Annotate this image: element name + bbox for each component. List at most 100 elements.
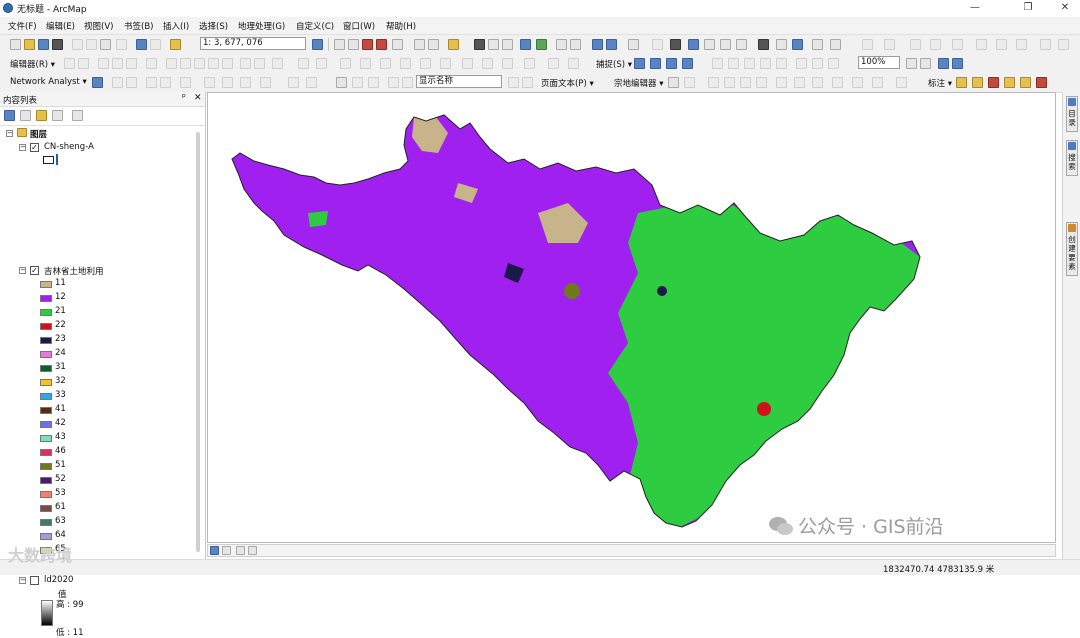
distribute-tool-icon[interactable] [930, 39, 941, 50]
legend-swatch[interactable] [40, 337, 52, 344]
html-popup-icon[interactable] [720, 39, 731, 50]
legend-swatch[interactable] [40, 435, 52, 442]
close-toc-icon[interactable]: ✕ [194, 93, 202, 103]
collapse-ld2020-icon[interactable]: − [19, 577, 26, 584]
link-table-icon[interactable] [482, 58, 493, 69]
cut-polygons-icon[interactable] [194, 58, 205, 69]
solve-icon[interactable] [112, 77, 123, 88]
menu-customize[interactable]: 自定义(C) [296, 20, 334, 32]
spatial-adjust-icon[interactable] [340, 58, 351, 69]
menu-file[interactable]: 文件(F) [8, 20, 37, 32]
cn-sheng-symbol[interactable] [43, 156, 54, 164]
snapping-menu[interactable]: 捕捉(S) ▾ [596, 58, 632, 70]
list-by-source-icon[interactable] [20, 110, 31, 121]
analysis-settings-icon[interactable] [260, 77, 271, 88]
fixed-zoom-out-icon[interactable] [570, 39, 581, 50]
legend-swatch[interactable] [40, 533, 52, 540]
model-builder-icon[interactable] [414, 39, 425, 50]
catalog-window-icon[interactable] [348, 39, 359, 50]
rubber-sheet-icon[interactable] [360, 58, 371, 69]
create-viewer-icon[interactable] [830, 39, 841, 50]
maximize-button[interactable]: ❐ [1013, 0, 1043, 16]
edge-snapping-icon[interactable] [682, 58, 693, 69]
parcel-tool-icon[interactable] [668, 77, 679, 88]
change-layout-icon[interactable] [938, 58, 949, 69]
toc-window-icon[interactable] [334, 39, 345, 50]
menu-help[interactable]: 帮助(H) [386, 20, 416, 32]
find-route-icon[interactable] [776, 39, 787, 50]
forward-extent-icon[interactable] [606, 39, 617, 50]
identify-icon[interactable] [688, 39, 699, 50]
select-elements-icon[interactable] [670, 39, 681, 50]
adjust-icon[interactable] [524, 58, 535, 69]
parcel-construct-icon[interactable] [756, 77, 767, 88]
parcel-merge-icon[interactable] [740, 77, 751, 88]
menu-geoprocessing[interactable]: 地理处理(G) [238, 20, 285, 32]
network-identify-icon[interactable] [222, 77, 233, 88]
collapse-layers-icon[interactable]: − [6, 130, 13, 137]
undo-icon[interactable] [136, 39, 147, 50]
zoom-100-icon[interactable] [760, 58, 771, 69]
create-network-location-icon[interactable] [146, 77, 157, 88]
layer-name-ld2020[interactable]: ld2020 [44, 575, 73, 585]
layout-zoom-out-icon[interactable] [728, 58, 739, 69]
map-display[interactable] [207, 92, 1056, 543]
cogo-icon[interactable] [548, 58, 559, 69]
graphics-tool-icon[interactable] [884, 39, 895, 50]
unplaced-labels-icon[interactable] [1036, 77, 1047, 88]
globe-icon[interactable] [536, 39, 547, 50]
legend-swatch[interactable] [40, 379, 52, 386]
stretch-color-ramp[interactable] [41, 600, 53, 626]
legend-swatch[interactable] [40, 309, 52, 316]
python-window-icon[interactable] [392, 39, 403, 50]
end-point-arc-icon[interactable] [112, 58, 123, 69]
legend-swatch[interactable] [40, 323, 52, 330]
multi-displacement-icon[interactable] [420, 58, 431, 69]
trace-icon[interactable] [126, 58, 137, 69]
redo-icon[interactable] [150, 39, 161, 50]
landuse-visibility-checkbox[interactable]: ✓ [30, 266, 39, 275]
menu-view[interactable]: 视图(V) [84, 20, 113, 32]
parcel-joins-icon[interactable] [852, 77, 863, 88]
traverse-icon[interactable] [568, 58, 579, 69]
menu-bookmarks[interactable]: 书签(B) [124, 20, 153, 32]
zoom-in-icon[interactable] [488, 39, 499, 50]
layout-forward-icon[interactable] [828, 58, 839, 69]
cut-icon[interactable] [72, 39, 83, 50]
directions-icon[interactable] [180, 77, 191, 88]
parcel-list-icon[interactable] [872, 77, 883, 88]
hyperlink-icon[interactable] [704, 39, 715, 50]
data-view-icon[interactable] [210, 546, 219, 555]
legend-swatch[interactable] [40, 519, 52, 526]
parcel-clip-icon[interactable] [776, 77, 787, 88]
save-icon[interactable] [38, 39, 49, 50]
layout-view-icon[interactable] [222, 546, 231, 555]
toc-options-icon[interactable] [72, 110, 83, 121]
parcel-adjust-icon[interactable] [794, 77, 805, 88]
layout-fixed-zoom-out-icon[interactable] [796, 58, 807, 69]
clear-selection-icon[interactable] [652, 39, 663, 50]
layout-fixed-zoom-in-icon[interactable] [776, 58, 787, 69]
attributes-icon[interactable] [240, 58, 251, 69]
pin-icon[interactable]: ᵖ [182, 93, 186, 103]
menu-edit[interactable]: 编辑(E) [46, 20, 75, 32]
legend-swatch[interactable] [40, 295, 52, 302]
fixed-zoom-in-icon[interactable] [556, 39, 567, 50]
legend-swatch[interactable] [40, 351, 52, 358]
sketch-properties-icon[interactable] [254, 58, 265, 69]
open-folder-icon[interactable] [24, 39, 35, 50]
collapse-cn-sheng-icon[interactable]: − [19, 144, 26, 151]
last-page-icon[interactable] [522, 77, 533, 88]
refresh-view-icon[interactable] [236, 546, 245, 555]
rotate-tool-icon[interactable] [1016, 39, 1027, 50]
previous-page-icon[interactable] [402, 77, 413, 88]
build-network-icon[interactable] [126, 77, 137, 88]
point-snapping-icon[interactable] [634, 58, 645, 69]
time-slider-icon[interactable] [812, 39, 823, 50]
search-window-icon[interactable] [362, 39, 373, 50]
refresh-pages-icon[interactable] [352, 77, 363, 88]
vertex-snapping-icon[interactable] [666, 58, 677, 69]
measure-icon[interactable] [736, 39, 747, 50]
parcel-editor-menu[interactable]: 宗地编辑器 ▾ [614, 77, 663, 89]
label-manager-icon[interactable] [956, 77, 967, 88]
